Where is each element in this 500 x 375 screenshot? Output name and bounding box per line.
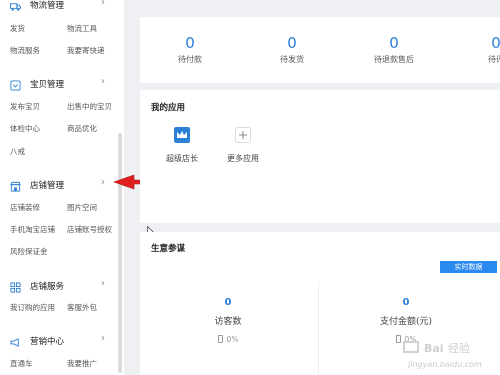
chevron-right-icon: ›	[101, 0, 105, 8]
sidebar-link-logistics-tools[interactable]: 物流工具	[67, 23, 97, 34]
sidebar: 物流管理 › 发货 物流工具 物流服务 我要寄快递 宝贝管理 › 发布宝贝 出售…	[0, 0, 124, 375]
svg-text:Bai: Bai	[424, 342, 444, 355]
sidebar-section-title: 物流管理	[30, 1, 65, 11]
stat-pending-review[interactable]: 0 待评	[456, 34, 500, 65]
sidebar-link-item-optimize[interactable]: 商品优化	[67, 123, 97, 134]
sidebar-section-items[interactable]: 宝贝管理 ›	[0, 76, 124, 96]
business-advisor-title: 生意参谋	[151, 244, 186, 254]
stat-value: 0	[389, 34, 399, 52]
sidebar-section-title: 宝贝管理	[30, 80, 65, 90]
sidebar-section-logistics[interactable]: 物流管理 ›	[0, 0, 124, 17]
metric-percent: 0%	[226, 335, 239, 344]
svg-text:经验: 经验	[448, 341, 470, 355]
sidebar-link-risk-deposit[interactable]: 风险保证金	[10, 246, 48, 257]
sidebar-section-store[interactable]: 店铺管理 ›	[0, 177, 124, 197]
app-label: 更多应用	[227, 154, 259, 163]
sidebar-scrollbar[interactable]	[118, 133, 122, 373]
sidebar-section-marketing[interactable]: 营销中心 ›	[0, 333, 124, 353]
stat-value: 0	[491, 34, 500, 52]
stat-label: 待付款	[178, 55, 202, 64]
crown-icon	[174, 127, 190, 143]
chevron-right-icon: ›	[101, 333, 105, 344]
metric-change: 0%	[158, 335, 298, 344]
stat-value: 0	[185, 34, 195, 52]
stat-pending-payment[interactable]: 0 待付款	[150, 34, 230, 65]
sidebar-link-send-express[interactable]: 我要寄快递	[67, 45, 105, 56]
sidebar-link-ship[interactable]: 发货	[10, 23, 25, 34]
sidebar-section-title: 店铺服务	[30, 282, 65, 292]
metric-value: 0	[224, 297, 232, 308]
stat-pending-shipment[interactable]: 0 待发货	[252, 34, 332, 65]
app-more-apps[interactable]: 更多应用	[218, 127, 268, 164]
sidebar-link-promote[interactable]: 我要推广	[67, 358, 97, 369]
store-icon	[10, 181, 21, 192]
sidebar-section-title: 营销中心	[30, 337, 65, 347]
my-apps-title: 我的应用	[151, 103, 186, 113]
metric-value: 0	[402, 297, 410, 308]
grid-icon	[10, 282, 21, 293]
sidebar-link-store-decor[interactable]: 店铺装修	[10, 202, 40, 213]
phone-icon	[217, 335, 223, 343]
stat-label: 待发货	[280, 55, 304, 64]
sidebar-section-title: 店铺管理	[30, 181, 65, 191]
sidebar-link-cs-outsource[interactable]: 客服外包	[67, 302, 97, 313]
sidebar-link-publish-item[interactable]: 发布宝贝	[10, 101, 40, 112]
order-stats-card: 0 待付款 0 待发货 0 待退款售后 0 待评	[140, 17, 500, 83]
sidebar-link-image-space[interactable]: 图片空间	[67, 202, 97, 213]
app-super-manager[interactable]: 超级店长	[157, 127, 207, 164]
stat-label: 待退款售后	[374, 55, 414, 64]
sidebar-link-account-auth[interactable]: 店铺账号授权	[67, 224, 112, 235]
chevron-right-icon: ›	[101, 177, 105, 188]
realtime-data-button[interactable]: 实时数据	[440, 261, 497, 273]
plus-icon	[235, 127, 251, 143]
stat-label: 待评	[488, 55, 500, 64]
sidebar-link-my-apps[interactable]: 我订购的应用	[10, 302, 55, 313]
divider	[318, 282, 319, 375]
app-label: 超级店长	[166, 154, 198, 163]
sidebar-link-mobile-store[interactable]: 手机淘宝店铺	[10, 224, 55, 235]
sidebar-link-health-center[interactable]: 体检中心	[10, 123, 40, 134]
stat-value: 0	[287, 34, 297, 52]
megaphone-icon	[10, 338, 19, 347]
sidebar-link-items-on-sale[interactable]: 出售中的宝贝	[67, 101, 112, 112]
package-icon	[10, 80, 21, 91]
sidebar-link-logistics-service[interactable]: 物流服务	[10, 45, 40, 56]
chevron-right-icon: ›	[101, 76, 105, 87]
metric-label: 访客数	[214, 317, 242, 327]
sidebar-section-services[interactable]: 店铺服务 ›	[0, 278, 124, 298]
chevron-right-icon: ›	[101, 278, 105, 289]
metric-visitors[interactable]: 0 访客数 0%	[158, 297, 298, 344]
sidebar-link-zhitongche[interactable]: 直通车	[10, 358, 33, 369]
sidebar-link-bajie[interactable]: 八戒	[10, 146, 25, 157]
watermark-text: jingyan.baidu.com	[408, 360, 482, 369]
metric-label: 支付金额(元)	[379, 317, 433, 327]
truck-icon	[10, 3, 21, 11]
stat-pending-refund[interactable]: 0 待退款售后	[354, 34, 434, 65]
